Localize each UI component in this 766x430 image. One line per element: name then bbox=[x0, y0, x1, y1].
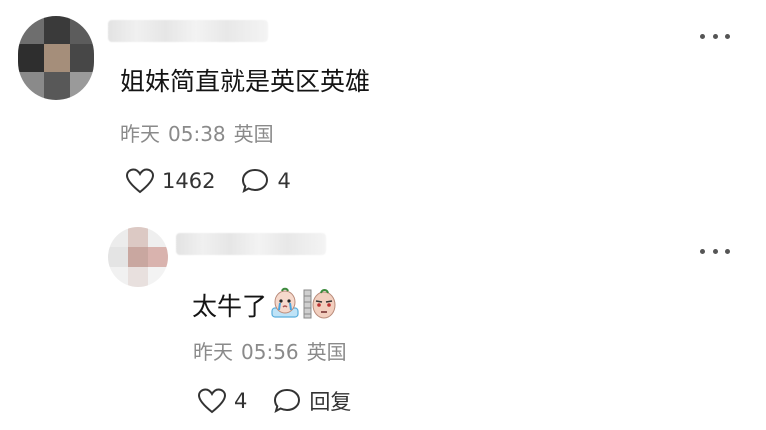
reply-button[interactable]: 回复 bbox=[273, 386, 351, 416]
reply-time: 05:56 bbox=[241, 340, 299, 364]
speech-bubble-icon bbox=[274, 388, 301, 414]
username-blurred[interactable] bbox=[108, 20, 268, 42]
more-options-button[interactable] bbox=[700, 31, 730, 41]
more-horizontal-icon bbox=[700, 248, 705, 254]
reply-location: 英国 bbox=[306, 340, 347, 364]
comment-meta: 昨天 05:38 英国 bbox=[120, 122, 274, 146]
reply-button[interactable]: 4 bbox=[241, 168, 291, 194]
avatar[interactable] bbox=[18, 16, 94, 100]
more-options-button[interactable] bbox=[700, 246, 730, 256]
shocked-emoji bbox=[303, 286, 337, 328]
like-button[interactable]: 1462 bbox=[126, 168, 215, 194]
avatar[interactable] bbox=[108, 227, 168, 287]
reply-count: 4 bbox=[277, 169, 291, 193]
reply-meta: 昨天 05:56 英国 bbox=[193, 340, 347, 364]
comment-time: 05:38 bbox=[168, 122, 226, 146]
more-horizontal-icon bbox=[700, 33, 705, 39]
username-blurred[interactable] bbox=[176, 233, 326, 255]
like-button[interactable]: 4 bbox=[198, 388, 247, 414]
reply-actions: 4 回复 bbox=[198, 386, 351, 416]
reply-text: 太牛了 bbox=[192, 292, 268, 321]
like-count: 1462 bbox=[162, 169, 216, 193]
reply-text-row: 太牛了 bbox=[192, 286, 337, 328]
heart-outline-icon bbox=[198, 388, 226, 414]
like-count: 4 bbox=[234, 389, 248, 413]
crying-emoji bbox=[270, 286, 300, 328]
heart-outline-icon bbox=[126, 168, 154, 194]
comment-text: 姐妹简直就是英区英雄 bbox=[120, 67, 371, 96]
reply-item: 太牛了 昨天 05:56 英国 4 回复 bbox=[0, 215, 766, 430]
comment-item: 姐妹简直就是英区英雄 昨天 05:38 英国 1462 4 bbox=[0, 0, 766, 215]
comment-location: 英国 bbox=[233, 122, 274, 146]
reply-date: 昨天 bbox=[193, 340, 233, 364]
speech-bubble-icon bbox=[242, 168, 269, 194]
reply-label: 回复 bbox=[309, 390, 352, 414]
comment-actions: 1462 4 bbox=[126, 168, 291, 194]
comment-date: 昨天 bbox=[120, 122, 160, 146]
